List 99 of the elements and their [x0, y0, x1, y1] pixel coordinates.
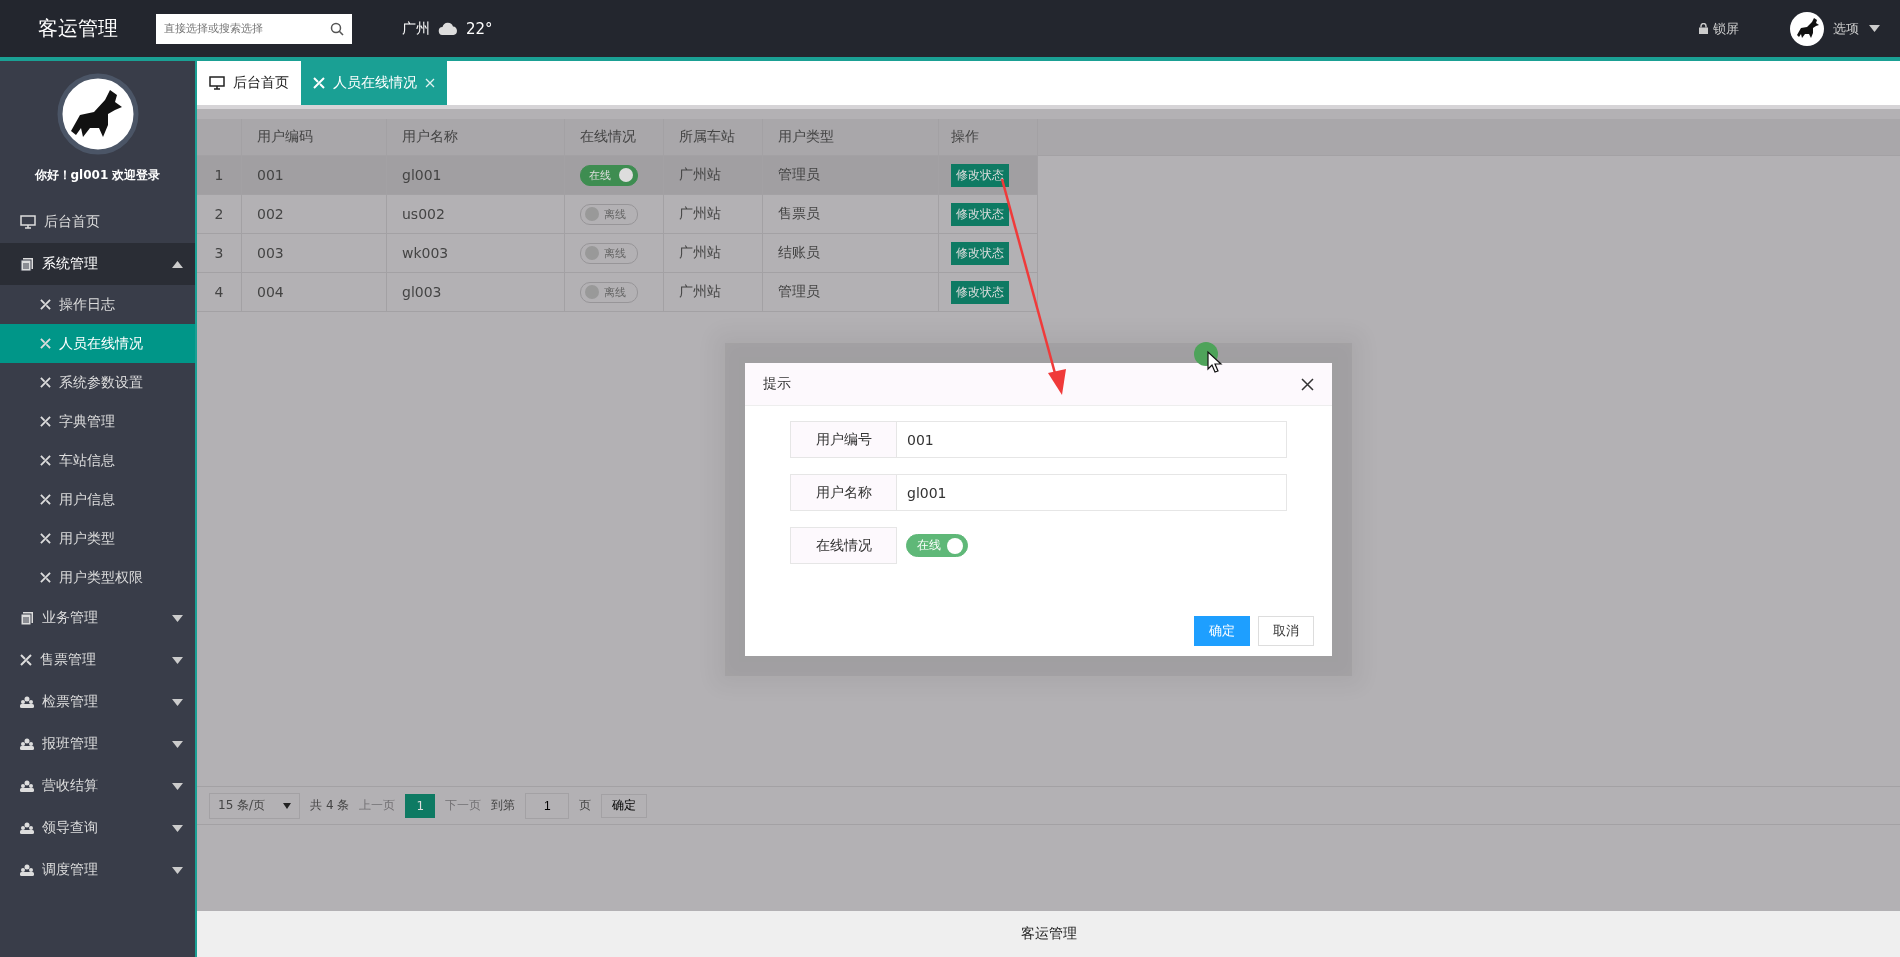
table-row[interactable]: 4 004 gl003 离线 广州站 管理员 修改状态 — [197, 273, 1038, 312]
table-cell: 结账员 — [763, 234, 939, 272]
users-icon — [20, 696, 34, 708]
row-number: 2 — [197, 195, 242, 233]
sidebar-item[interactable]: 售票管理 — [0, 639, 195, 681]
cloud-icon — [438, 22, 458, 35]
sidebar-subitem[interactable]: 用户类型 — [0, 519, 195, 558]
page-input[interactable]: 1 — [525, 792, 570, 819]
caret-icon — [172, 782, 183, 790]
table-cell: 广州站 — [664, 234, 763, 272]
table-cell: 002 — [242, 195, 387, 233]
lock-screen-link[interactable]: 锁屏 — [1699, 19, 1739, 38]
table-cell: 广州站 — [664, 273, 763, 311]
table-cell: wk003 — [387, 234, 565, 272]
greeting-text: 你好！gl001 欢迎登录 — [34, 167, 161, 184]
field-label: 用户名称 — [790, 474, 897, 511]
horse-avatar-icon — [56, 73, 139, 155]
search-icon — [330, 21, 344, 36]
column-header: 操作 — [939, 119, 1038, 155]
caret-icon — [283, 802, 292, 809]
search-field[interactable]: 直接选择或搜索选择 — [156, 13, 352, 44]
sidebar-item[interactable]: 营收结算 — [0, 765, 195, 807]
table-cell: 管理员 — [763, 156, 939, 194]
sidebar-subitem[interactable]: 系统参数设置 — [0, 363, 195, 402]
document-icon — [20, 257, 34, 271]
sidebar-item[interactable]: 调度管理 — [0, 849, 195, 891]
page-unit-label: 页 — [579, 797, 592, 814]
horse-avatar-icon — [1789, 10, 1825, 47]
go-button[interactable]: 确定 — [601, 793, 648, 818]
table-cell: us002 — [387, 195, 565, 233]
caret-icon — [172, 740, 183, 748]
table-cell: 管理员 — [763, 273, 939, 311]
caret-icon — [172, 656, 183, 664]
row-number: 4 — [197, 273, 242, 311]
caret-icon — [172, 866, 183, 874]
column-header: 在线情况 — [565, 119, 664, 155]
row-number: 3 — [197, 234, 242, 272]
caret-icon — [172, 824, 183, 832]
field-label: 在线情况 — [790, 527, 897, 564]
users-icon — [20, 864, 34, 876]
change-status-button[interactable]: 修改状态 — [951, 241, 1009, 265]
sidebar-item[interactable]: 后台首页 — [0, 201, 195, 243]
dialog-title: 提示 — [763, 375, 791, 393]
sidebar-subitem[interactable]: 用户类型权限 — [0, 558, 195, 597]
table-cell: 售票员 — [763, 195, 939, 233]
page-number[interactable]: 1 — [405, 793, 436, 818]
sidebar-item[interactable]: 业务管理 — [0, 597, 195, 639]
change-status-button[interactable]: 修改状态 — [951, 163, 1009, 187]
caret-icon — [1869, 25, 1880, 32]
change-status-button[interactable]: 修改状态 — [951, 202, 1009, 226]
table-row[interactable]: 1 001 gl001 在线 广州站 管理员 修改状态 — [197, 156, 1038, 195]
monitor-icon — [20, 215, 36, 229]
table-cell: 001 — [242, 156, 387, 194]
table-cell: 003 — [242, 234, 387, 272]
sidebar-subitem[interactable]: 操作日志 — [0, 285, 195, 324]
weather-temperature: 22° — [466, 19, 493, 38]
monitor-icon — [209, 76, 225, 90]
total-count: 共 4 条 — [310, 797, 350, 814]
page-size-select[interactable]: 15 条/页 — [209, 792, 301, 819]
input-field[interactable]: gl001 — [897, 474, 1287, 511]
table-cell: gl001 — [387, 156, 565, 194]
tab[interactable]: 后台首页 — [197, 61, 301, 105]
sidebar-subitem[interactable]: 车站信息 — [0, 441, 195, 480]
footer-text: 客运管理 — [1020, 925, 1077, 943]
app-title: 客运管理 — [38, 15, 118, 42]
row-number: 1 — [197, 156, 242, 194]
column-header: 用户类型 — [763, 119, 939, 155]
column-header: 用户编码 — [242, 119, 387, 155]
table-row[interactable]: 3 003 wk003 离线 广州站 结账员 修改状态 — [197, 234, 1038, 273]
table-cell: gl003 — [387, 273, 565, 311]
cancel-button[interactable]: 取消 — [1258, 616, 1314, 646]
users-icon — [20, 738, 34, 750]
sidebar-item[interactable]: 领导查询 — [0, 807, 195, 849]
sidebar-subitem[interactable]: 字典管理 — [0, 402, 195, 441]
caret-icon — [172, 260, 183, 268]
table-cell: 广州站 — [664, 156, 763, 194]
column-header: 用户名称 — [387, 119, 565, 155]
options-menu[interactable]: 选项 — [1833, 19, 1880, 38]
goto-label: 到第 — [491, 797, 516, 814]
table-cell: 004 — [242, 273, 387, 311]
document-icon — [20, 611, 34, 625]
weather-city: 广州 — [402, 19, 430, 38]
users-icon — [20, 822, 34, 834]
users-icon — [20, 780, 34, 792]
column-header: 所属车站 — [664, 119, 763, 155]
table-row[interactable]: 2 002 us002 离线 广州站 售票员 修改状态 — [197, 195, 1038, 234]
caret-icon — [172, 698, 183, 706]
input-field[interactable]: 001 — [897, 421, 1287, 458]
sidebar-subitem[interactable]: 用户信息 — [0, 480, 195, 519]
sidebar-subitem[interactable]: 人员在线情况 — [0, 324, 195, 363]
change-status-button[interactable]: 修改状态 — [951, 280, 1009, 304]
lock-icon — [1699, 23, 1708, 34]
caret-icon — [172, 614, 183, 622]
sidebar-item[interactable]: 系统管理 — [0, 243, 195, 285]
field-label: 用户编号 — [790, 421, 897, 458]
sidebar-item[interactable]: 检票管理 — [0, 681, 195, 723]
close-icon[interactable] — [1301, 377, 1314, 391]
sidebar-item[interactable]: 报班管理 — [0, 723, 195, 765]
table-cell: 广州站 — [664, 195, 763, 233]
